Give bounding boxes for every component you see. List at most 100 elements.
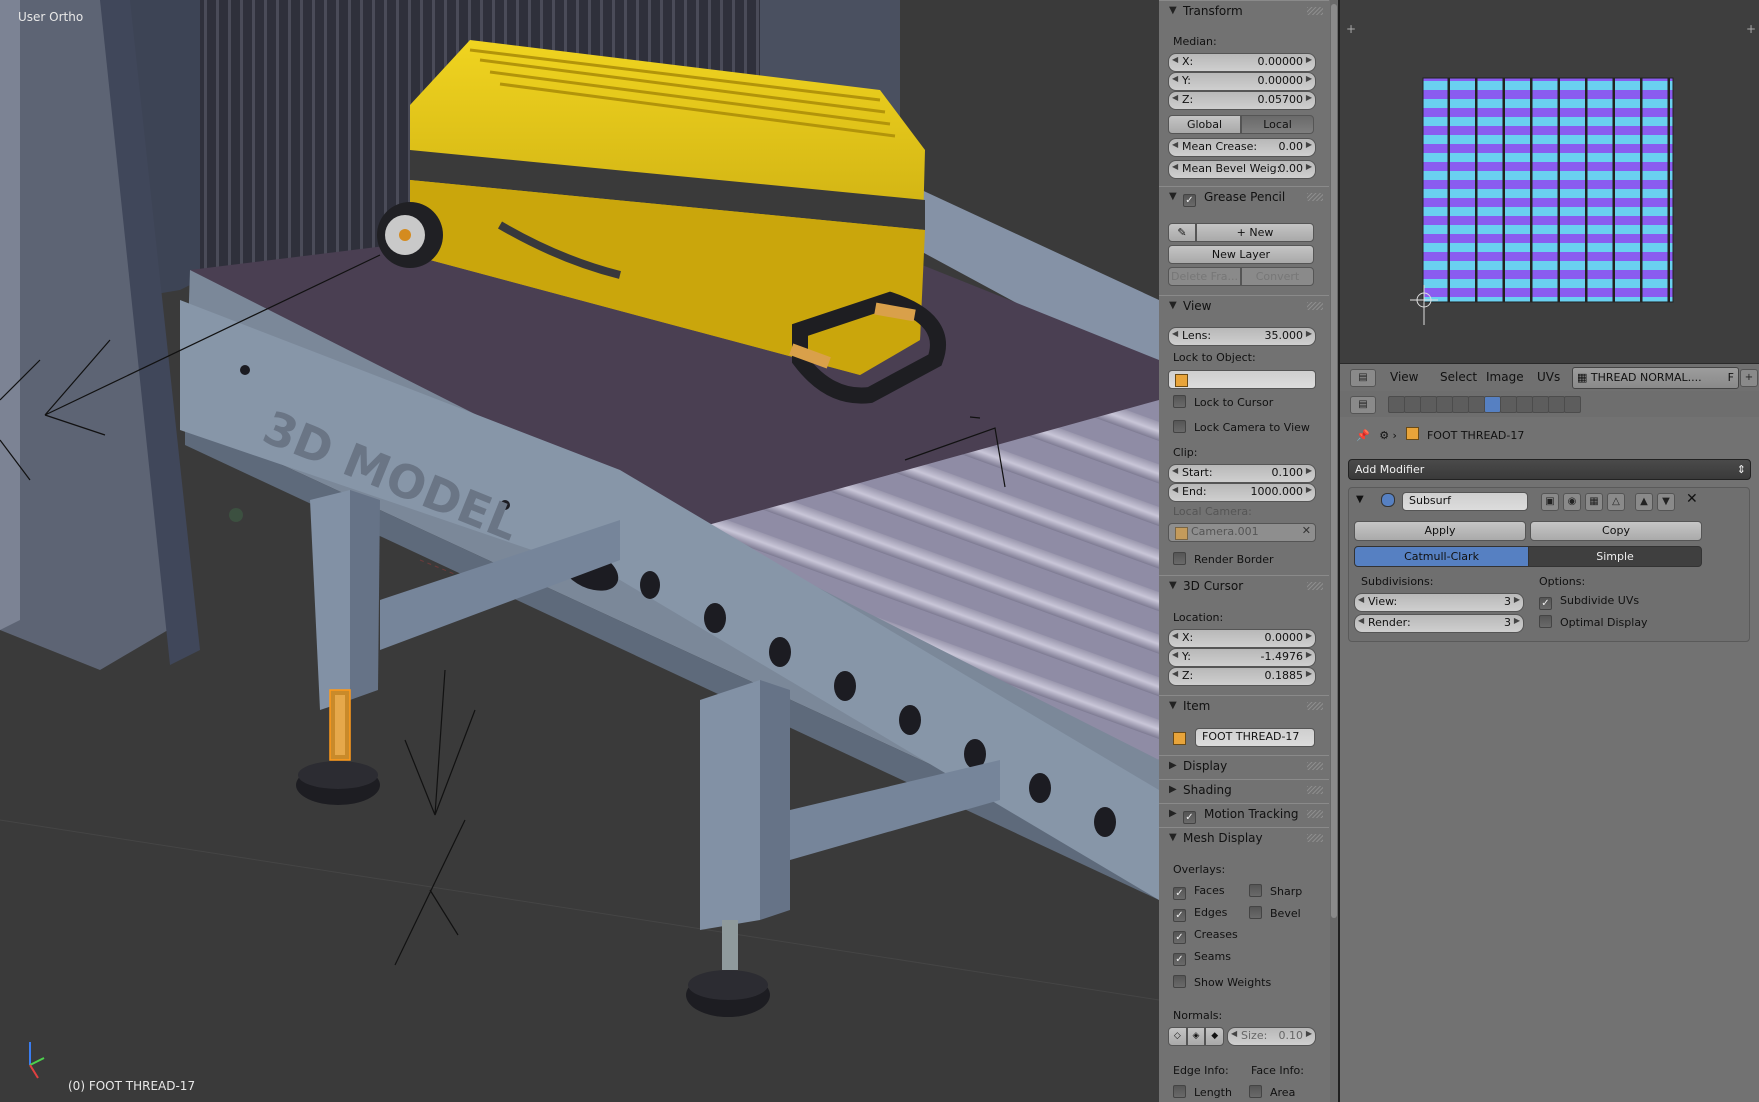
move-up-icon[interactable]: ▲ — [1635, 493, 1653, 511]
optimal-display-checkbox[interactable]: Optimal Display — [1539, 615, 1648, 629]
new-layer-button[interactable]: New Layer — [1168, 245, 1314, 264]
clear-x-icon[interactable]: ✕ — [1302, 524, 1311, 537]
drag-grip-icon[interactable] — [1307, 7, 1323, 15]
modifier-name-field[interactable]: Subsurf — [1402, 492, 1528, 511]
copy-button[interactable]: Copy — [1530, 521, 1702, 541]
remove-modifier-x-icon[interactable]: ✕ — [1686, 491, 1698, 507]
data-tab-icon[interactable] — [1500, 396, 1517, 413]
pencil-icon[interactable]: ✎ — [1168, 223, 1196, 242]
delete-frame-button[interactable]: Delete Fra... — [1168, 267, 1241, 286]
render-levels-field[interactable]: ◀ Render: 3 ▶ — [1354, 614, 1524, 633]
convert-button[interactable]: Convert — [1241, 267, 1314, 286]
subdivide-uvs-checkbox[interactable]: ✓ Subdivide UVs — [1539, 594, 1639, 610]
render-layers-tab-icon[interactable] — [1404, 396, 1421, 413]
length-checkbox[interactable]: Length — [1173, 1085, 1232, 1099]
drag-grip-icon[interactable] — [1307, 834, 1323, 842]
texture-tab-icon[interactable] — [1532, 396, 1549, 413]
particles-tab-icon[interactable] — [1548, 396, 1565, 413]
mean-bevel-field[interactable]: ◀ Mean Bevel Weig: 0.00 ▶ — [1168, 160, 1316, 179]
loop-normal-icon[interactable]: ◈ — [1186, 1027, 1206, 1046]
fake-user-button[interactable]: F — [1728, 368, 1734, 388]
menu-uvs[interactable]: UVs — [1537, 370, 1560, 384]
collapse-triangle-icon[interactable]: ▼ — [1356, 494, 1364, 505]
grease-pencil-checkbox[interactable]: ✓ — [1183, 194, 1196, 207]
median-z-field[interactable]: ◀ Z: 0.05700 ▶ — [1168, 91, 1316, 110]
view-levels-field[interactable]: ◀ View: 3 ▶ — [1354, 593, 1524, 612]
shading-header[interactable]: ▶ Shading — [1159, 779, 1329, 802]
render-toggle-icon[interactable]: ▣ — [1541, 493, 1559, 511]
uv-image-editor[interactable]: + + — [1340, 0, 1759, 363]
menu-image[interactable]: Image — [1486, 370, 1524, 384]
mean-crease-field[interactable]: ◀ Mean Crease: 0.00 ▶ — [1168, 138, 1316, 157]
drag-grip-icon[interactable] — [1307, 302, 1323, 310]
item-header[interactable]: ▼ Item — [1159, 695, 1329, 718]
show-weights-checkbox[interactable]: Show Weights — [1173, 975, 1271, 989]
local-camera-field[interactable]: Camera.001 ✕ — [1168, 523, 1316, 542]
motion-tracking-header[interactable]: ▶ ✓ Motion Tracking — [1159, 803, 1329, 826]
add-modifier-dropdown[interactable]: Add Modifier ⇕ — [1348, 459, 1751, 480]
lock-camera-checkbox[interactable]: Lock Camera to View — [1173, 420, 1310, 434]
apply-button[interactable]: Apply — [1354, 521, 1526, 541]
menu-select[interactable]: Select — [1440, 370, 1477, 384]
npanel-scrollbar[interactable] — [1330, 0, 1338, 1102]
move-down-icon[interactable]: ▼ — [1657, 493, 1675, 511]
mesh-display-header[interactable]: ▼ Mesh Display — [1159, 827, 1329, 850]
3d-viewport[interactable]: 3D MODEL User Ortho (0) FOOT THREAD-17 — [0, 0, 1159, 1102]
drag-grip-icon[interactable] — [1307, 702, 1323, 710]
area-checkbox[interactable]: Area — [1249, 1085, 1295, 1099]
render-border-checkbox[interactable]: Render Border — [1173, 552, 1274, 566]
item-name-field[interactable]: FOOT THREAD-17 — [1195, 728, 1315, 747]
display-header[interactable]: ▶ Display — [1159, 755, 1329, 778]
simple-button[interactable]: Simple — [1528, 546, 1702, 567]
modifiers-wrench-tab-icon[interactable] — [1484, 396, 1501, 413]
sharp-checkbox[interactable]: Sharp — [1249, 884, 1302, 898]
median-x-field[interactable]: ◀ X: 0.00000 ▶ — [1168, 53, 1316, 72]
cursor-header[interactable]: ▼ 3D Cursor — [1159, 575, 1329, 598]
seams-checkbox[interactable]: ✓ Seams — [1173, 950, 1231, 966]
render-tab-icon[interactable] — [1388, 396, 1405, 413]
editor-type-icon[interactable]: ▤ — [1350, 369, 1376, 387]
menu-view[interactable]: View — [1390, 370, 1418, 384]
median-y-field[interactable]: ◀ Y: 0.00000 ▶ — [1168, 72, 1316, 91]
clip-end-field[interactable]: ◀ End: 1000.000 ▶ — [1168, 483, 1316, 502]
global-button[interactable]: Global — [1168, 115, 1241, 134]
material-tab-icon[interactable] — [1516, 396, 1533, 413]
object-tab-icon[interactable] — [1452, 396, 1469, 413]
editmode-toggle-icon[interactable]: ▦ — [1585, 493, 1603, 511]
editor-type-icon[interactable]: ▤ — [1350, 396, 1376, 414]
face-normal-icon[interactable]: ◆ — [1205, 1027, 1225, 1046]
edges-checkbox[interactable]: ✓ Edges — [1173, 906, 1227, 922]
world-tab-icon[interactable] — [1436, 396, 1453, 413]
cursor-y-field[interactable]: ◀ Y: -1.4976 ▶ — [1168, 648, 1316, 667]
grease-pencil-header[interactable]: ▼ ✓ Grease Pencil — [1159, 186, 1329, 209]
lock-to-cursor-checkbox[interactable]: Lock to Cursor — [1173, 395, 1273, 409]
lens-field[interactable]: ◀ Lens: 35.000 ▶ — [1168, 327, 1316, 346]
cage-toggle-icon[interactable]: △ — [1607, 493, 1625, 511]
cursor-z-field[interactable]: ◀ Z: 0.1885 ▶ — [1168, 667, 1316, 686]
motion-tracking-checkbox[interactable]: ✓ — [1183, 811, 1196, 824]
cursor-x-field[interactable]: ◀ X: 0.0000 ▶ — [1168, 629, 1316, 648]
creases-checkbox[interactable]: ✓ Creases — [1173, 928, 1238, 944]
transform-header[interactable]: ▼ Transform — [1159, 0, 1329, 23]
local-button[interactable]: Local — [1241, 115, 1314, 134]
clip-start-field[interactable]: ◀ Start: 0.100 ▶ — [1168, 464, 1316, 483]
new-button[interactable]: + New — [1196, 223, 1314, 242]
drag-grip-icon[interactable] — [1307, 762, 1323, 770]
vertex-normal-icon[interactable]: ◇ — [1168, 1027, 1187, 1046]
viewport-eye-icon[interactable]: ◉ — [1563, 493, 1581, 511]
catmull-clark-button[interactable]: Catmull-Clark — [1354, 546, 1529, 567]
scene-tab-icon[interactable] — [1420, 396, 1437, 413]
drag-grip-icon[interactable] — [1307, 786, 1323, 794]
lock-object-field[interactable] — [1168, 370, 1316, 389]
normal-size-field[interactable]: ◀ Size: 0.10 ▶ — [1227, 1027, 1316, 1046]
drag-grip-icon[interactable] — [1307, 810, 1323, 818]
bevel-checkbox[interactable]: Bevel — [1249, 906, 1301, 920]
drag-grip-icon[interactable] — [1307, 193, 1323, 201]
physics-tab-icon[interactable] — [1564, 396, 1581, 413]
scrollbar-thumb[interactable] — [1331, 4, 1337, 918]
new-image-plus-icon[interactable]: + — [1740, 369, 1758, 387]
pin-icon[interactable]: 📌 — [1356, 429, 1370, 442]
image-selector[interactable]: ▦ THREAD NORMAL.... F — [1572, 367, 1739, 389]
view-header[interactable]: ▼ View — [1159, 295, 1329, 318]
constraints-tab-icon[interactable] — [1468, 396, 1485, 413]
